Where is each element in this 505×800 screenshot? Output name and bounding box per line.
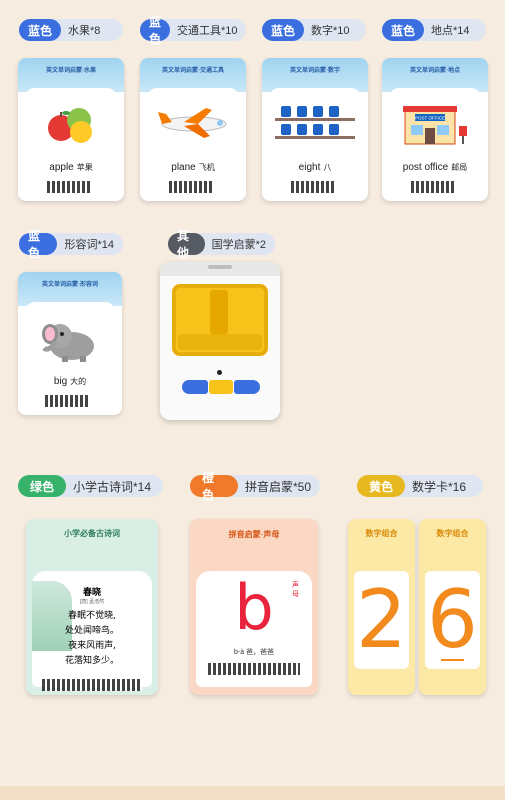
word-en: plane bbox=[171, 162, 196, 173]
tag-adjective[interactable]: 蓝色 形容词*14 bbox=[19, 229, 123, 260]
pinyin-panel: b 声母 b-à 爸，爸爸 bbox=[196, 571, 312, 687]
card-adjective[interactable]: 英文单词启蒙·形容词 big 大的 bbox=[18, 272, 122, 415]
digit-value: 6 bbox=[427, 573, 478, 666]
tag-text: 国学启蒙*2 bbox=[211, 239, 266, 251]
cups-icon bbox=[275, 106, 355, 139]
poem-author: [唐] 孟浩然 bbox=[79, 599, 105, 605]
poem-panel: 春晓 [唐] 孟浩然 春眠不觉晓, 处处闻啼鸟。 夜来风雨声, 花落知多少。 bbox=[32, 571, 152, 691]
tag-pill: 橙色 bbox=[190, 471, 238, 502]
word-label: apple 苹果 bbox=[25, 162, 117, 173]
word-label: big 大的 bbox=[25, 376, 115, 387]
qr-code bbox=[47, 181, 91, 193]
poem-line-4: 花落知多少。 bbox=[64, 656, 119, 666]
digit-underline bbox=[441, 659, 464, 661]
pinyin-example: b-à 爸，爸爸 bbox=[233, 649, 275, 656]
next-button[interactable] bbox=[234, 380, 260, 394]
poem-line-2: 处处闻啼鸟。 bbox=[64, 626, 119, 636]
card-digit-2[interactable]: 数字组合 2 bbox=[348, 519, 415, 695]
tag-fruit[interactable]: 蓝色 水果*8 bbox=[19, 19, 123, 41]
poem-line-1: 春眠不觉晓, bbox=[68, 611, 116, 621]
word-cn: 八 bbox=[323, 163, 332, 172]
card-header: 英文单词启蒙·形容词 bbox=[42, 282, 98, 288]
card-header: 数字组合 bbox=[436, 529, 469, 538]
tag-place[interactable]: 蓝色 地点*14 bbox=[382, 19, 486, 41]
tag-text: 小学古诗词*14 bbox=[73, 479, 152, 494]
word-label: eight 八 bbox=[269, 162, 361, 173]
tag-text: 数字*10 bbox=[311, 25, 350, 37]
qr-code bbox=[45, 395, 89, 407]
card-fruit[interactable]: 英文单词启蒙·水果 apple 苹果 bbox=[18, 58, 124, 201]
card-header: 拼音启蒙·声母 bbox=[228, 530, 280, 539]
tag-digitcard[interactable]: 黄色 数学卡*16 bbox=[357, 475, 483, 497]
word-en: apple bbox=[49, 162, 74, 173]
elephant-icon bbox=[42, 324, 94, 362]
plane-icon bbox=[158, 108, 227, 138]
tag-text: 水果*8 bbox=[68, 25, 101, 37]
word-cn: 飞机 bbox=[198, 163, 215, 172]
word-cn: 苹果 bbox=[76, 163, 93, 172]
tag-transport[interactable]: 蓝色 交通工具*10 bbox=[140, 15, 246, 46]
card-poem[interactable]: 小学必备古诗词 春晓 [唐] 孟浩然 春眠不觉晓, 处处闻啼鸟。 夜来风雨声, … bbox=[26, 519, 158, 695]
card-number[interactable]: 英文单词启蒙·数字 eight 八 bbox=[262, 58, 368, 201]
tag-other[interactable]: 其他 国学启蒙*2 bbox=[168, 229, 275, 260]
card-pinyin[interactable]: 拼音启蒙·声母 b 声母 b-à 爸，爸爸 bbox=[190, 519, 318, 695]
card-reader-device[interactable] bbox=[160, 262, 280, 420]
card-header: 小学必备古诗词 bbox=[64, 529, 120, 538]
play-button[interactable] bbox=[209, 380, 233, 394]
pinyin-side-label: 声母 bbox=[292, 582, 299, 598]
qr-code bbox=[169, 181, 213, 193]
qr-code bbox=[42, 679, 142, 691]
word-cn: 大的 bbox=[70, 377, 87, 386]
qr-code bbox=[291, 181, 335, 193]
reader-slot-notch bbox=[208, 265, 232, 269]
qr-code bbox=[411, 181, 455, 193]
bottom-band bbox=[0, 786, 505, 800]
tag-pill: 蓝色 bbox=[19, 19, 62, 41]
tag-pill: 蓝色 bbox=[382, 19, 425, 41]
card-digit-6[interactable]: 数字组合 6 bbox=[419, 519, 486, 695]
card-header: 英文单词启蒙·水果 bbox=[46, 68, 96, 74]
post-office-sign: POST OFFICE bbox=[415, 116, 445, 121]
word-label: plane 飞机 bbox=[147, 162, 239, 173]
tag-text: 拼音启蒙*50 bbox=[244, 479, 311, 494]
card-header: 英文单词启蒙·数字 bbox=[290, 68, 340, 74]
tag-pill: 黄色 bbox=[357, 475, 406, 497]
tag-pinyin[interactable]: 橙色 拼音启蒙*50 bbox=[190, 471, 320, 502]
apple-icon bbox=[48, 108, 92, 143]
tag-text: 地点*14 bbox=[431, 25, 470, 37]
qr-code bbox=[208, 663, 300, 675]
word-en: eight bbox=[298, 162, 321, 173]
indicator-dot bbox=[217, 370, 222, 375]
digit-value: 2 bbox=[356, 573, 407, 666]
reader-window bbox=[172, 284, 268, 356]
tag-text: 形容词*14 bbox=[64, 239, 114, 251]
tag-pill: 绿色 bbox=[18, 475, 67, 497]
tag-number[interactable]: 蓝色 数字*10 bbox=[262, 19, 366, 41]
post-office-icon: POST OFFICE bbox=[403, 106, 467, 145]
digit-panel: 6 bbox=[425, 571, 480, 669]
word-label: post office 邮局 bbox=[389, 162, 481, 173]
card-header: 英文单词启蒙·地点 bbox=[410, 68, 460, 74]
poem-line-3: 夜来风雨声, bbox=[68, 641, 116, 651]
card-header: 数字组合 bbox=[365, 529, 398, 538]
tag-pill: 蓝色 bbox=[19, 229, 58, 260]
tag-pill: 蓝色 bbox=[140, 15, 171, 46]
prev-button[interactable] bbox=[182, 380, 208, 394]
digit-panel: 2 bbox=[354, 571, 409, 669]
poem-title: 春晓 bbox=[82, 588, 101, 598]
tag-poem[interactable]: 绿色 小学古诗词*14 bbox=[18, 475, 163, 497]
word-en: big bbox=[53, 376, 68, 387]
card-place[interactable]: 英文单词启蒙·地点 POST OFFICE post office 邮局 bbox=[382, 58, 488, 201]
word-en: post office bbox=[402, 162, 449, 173]
tag-text: 交通工具*10 bbox=[177, 25, 238, 37]
tag-pill: 其他 bbox=[168, 229, 205, 260]
word-cn: 邮局 bbox=[451, 163, 468, 172]
card-transport[interactable]: 英文单词启蒙·交通工具 plane 飞机 bbox=[140, 58, 246, 201]
tag-pill: 蓝色 bbox=[262, 19, 305, 41]
card-header: 英文单词启蒙·交通工具 bbox=[162, 68, 224, 74]
tag-text: 数学卡*16 bbox=[412, 479, 467, 494]
